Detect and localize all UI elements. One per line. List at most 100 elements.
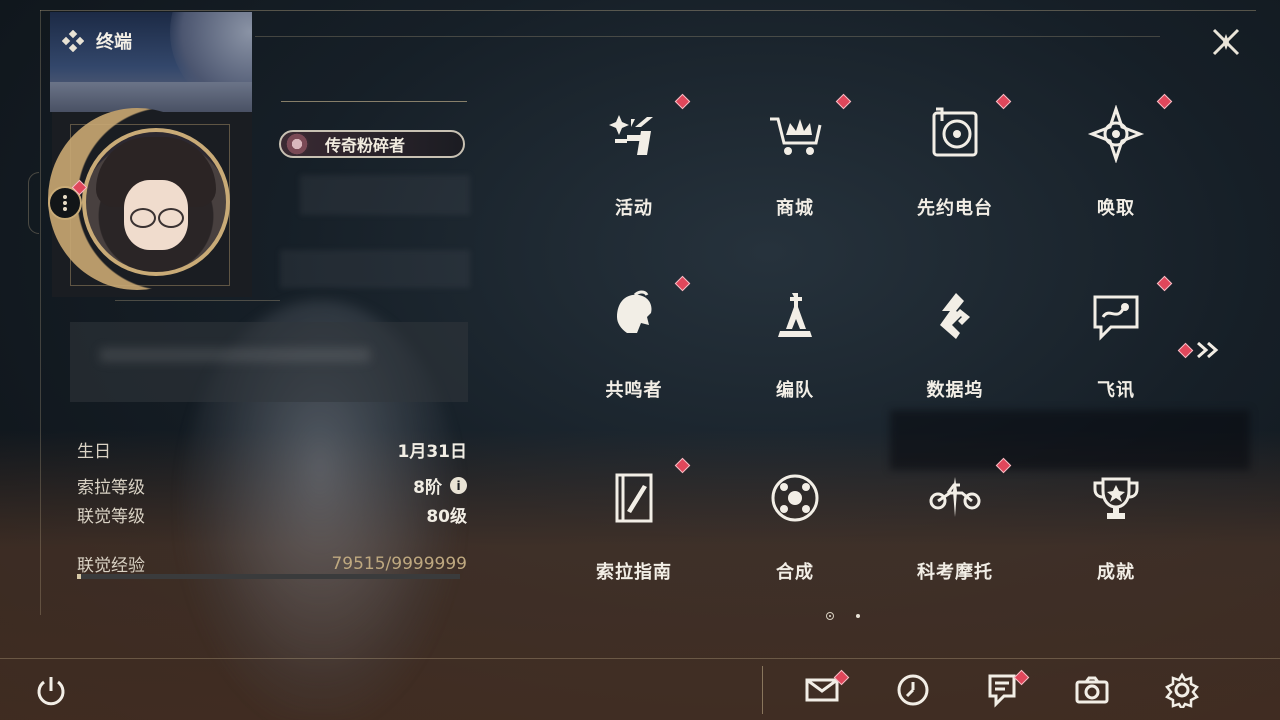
notification-badge bbox=[995, 457, 1012, 474]
menu-item-label: 数据坞 bbox=[926, 380, 984, 401]
menu-item-team[interactable]: 编队 bbox=[720, 272, 870, 422]
radio-icon bbox=[932, 107, 978, 157]
menu-item-achievements[interactable]: 成就 bbox=[1041, 454, 1191, 604]
notification-badge bbox=[995, 93, 1012, 110]
avatar[interactable] bbox=[82, 128, 230, 276]
clock-icon bbox=[897, 674, 929, 706]
bottom-bar-divider bbox=[0, 658, 1280, 659]
more-vertical-icon bbox=[63, 195, 67, 211]
data-bank-icon bbox=[940, 293, 970, 339]
bottom-vertical-divider bbox=[762, 666, 763, 714]
notification-badge bbox=[1156, 93, 1173, 110]
menu-item-label: 商城 bbox=[776, 198, 814, 219]
avatar-glasses-right bbox=[158, 208, 184, 228]
union-exp-fill bbox=[77, 574, 81, 579]
stat-value: 8阶 bbox=[413, 478, 442, 498]
camera-icon bbox=[1075, 676, 1109, 704]
stat-union-level: 联觉等级 80级 bbox=[77, 502, 467, 527]
menu-item-shop[interactable]: 商城 bbox=[720, 90, 870, 240]
notification-badge bbox=[1156, 275, 1173, 292]
convene-icon bbox=[1087, 105, 1145, 163]
menu-item-label: 合成 bbox=[776, 562, 814, 583]
menu-item-label: 编队 bbox=[776, 380, 814, 401]
page-dot[interactable] bbox=[856, 614, 860, 618]
message-icon bbox=[1093, 295, 1139, 341]
stat-value: 1月31日 bbox=[397, 442, 468, 462]
blurred-id bbox=[280, 250, 470, 288]
frame-top-line bbox=[40, 10, 1256, 11]
guidebook-icon bbox=[615, 473, 653, 523]
title-badge-text: 传奇粉碎者 bbox=[325, 136, 406, 155]
shop-cart-icon bbox=[770, 117, 822, 155]
info-icon[interactable]: i bbox=[450, 477, 467, 494]
menu-item-guidebook[interactable]: 索拉指南 bbox=[559, 454, 709, 604]
notification-badge bbox=[674, 457, 691, 474]
terminal-diamond-icon bbox=[62, 30, 84, 52]
stat-union-exp: 联觉经验 79515/9999999 bbox=[77, 551, 467, 577]
menu-item-radio[interactable]: 先约电台 bbox=[880, 90, 1030, 240]
page-dot-active[interactable] bbox=[826, 612, 834, 620]
next-page-button[interactable] bbox=[1177, 340, 1221, 360]
stat-birthday: 生日 1月31日 bbox=[77, 437, 467, 462]
motorcycle-icon bbox=[929, 477, 981, 517]
frame-left-line bbox=[40, 10, 41, 615]
events-icon bbox=[609, 115, 653, 155]
signature-box[interactable] bbox=[70, 322, 468, 402]
menu-item-motorcycle[interactable]: 科考摩托 bbox=[880, 454, 1030, 604]
menu-item-label: 共鸣者 bbox=[605, 380, 663, 401]
chess-team-icon bbox=[778, 293, 812, 337]
union-exp-bar bbox=[77, 574, 460, 579]
stat-value: 79515/9999999 bbox=[331, 553, 467, 574]
banner-ground bbox=[50, 82, 252, 112]
terminal-header: 终端 bbox=[62, 28, 132, 54]
double-chevron-right-icon bbox=[1197, 341, 1219, 359]
menu-item-synthesis[interactable]: 合成 bbox=[720, 454, 870, 604]
menu-item-label: 活动 bbox=[615, 198, 653, 219]
menu-item-label: 先约电台 bbox=[917, 198, 993, 219]
clock-button[interactable] bbox=[893, 670, 933, 710]
stat-label: 联觉经验 bbox=[77, 556, 145, 576]
page-title: 终端 bbox=[96, 32, 132, 53]
profile-separator bbox=[115, 300, 280, 301]
notification-badge bbox=[674, 275, 691, 292]
trophy-icon bbox=[1093, 477, 1139, 519]
title-emblem-icon bbox=[285, 132, 309, 156]
menu-item-convene[interactable]: 唤取 bbox=[1041, 90, 1191, 240]
menu-item-data-bank[interactable]: 数据坞 bbox=[880, 272, 1030, 422]
power-icon[interactable] bbox=[34, 674, 68, 708]
side-rail bbox=[28, 172, 39, 234]
stat-value: 80级 bbox=[426, 507, 467, 527]
camera-button[interactable] bbox=[1072, 670, 1112, 710]
menu-item-label: 唤取 bbox=[1097, 198, 1135, 219]
page-indicator bbox=[826, 612, 860, 620]
menu-item-label: 索拉指南 bbox=[596, 562, 672, 583]
synthesis-icon bbox=[771, 474, 819, 522]
stat-value-wrap: 8阶 i bbox=[413, 473, 467, 498]
title-line bbox=[281, 101, 467, 102]
settings-button[interactable] bbox=[1162, 670, 1202, 710]
menu-item-label: 科考摩托 bbox=[917, 562, 993, 583]
menu-item-resonators[interactable]: 共鸣者 bbox=[559, 272, 709, 422]
close-icon[interactable] bbox=[1208, 24, 1244, 60]
notice-button[interactable] bbox=[982, 669, 1030, 710]
stat-sola-level: 索拉等级 8阶 i bbox=[77, 473, 467, 498]
mail-button[interactable] bbox=[802, 669, 850, 710]
notification-badge bbox=[1177, 342, 1194, 358]
title-badge[interactable]: 传奇粉碎者 bbox=[279, 130, 465, 158]
frame-inner-line bbox=[255, 36, 1160, 37]
menu-item-label: 飞讯 bbox=[1097, 380, 1135, 401]
menu-item-events[interactable]: 活动 bbox=[559, 90, 709, 240]
notification-badge bbox=[674, 93, 691, 110]
resonator-icon bbox=[617, 290, 652, 333]
blurred-signature bbox=[100, 348, 370, 362]
notification-badge bbox=[835, 93, 852, 110]
stat-label: 索拉等级 bbox=[77, 478, 145, 498]
settings-gear-icon bbox=[1165, 672, 1199, 708]
stat-label: 联觉等级 bbox=[77, 507, 145, 527]
menu-item-messages[interactable]: 飞讯 bbox=[1041, 272, 1191, 422]
profile-banner[interactable] bbox=[50, 12, 252, 112]
avatar-glasses-left bbox=[130, 208, 156, 228]
menu-item-label: 成就 bbox=[1097, 562, 1135, 583]
stat-label: 生日 bbox=[77, 442, 111, 462]
blurred-name bbox=[300, 175, 470, 215]
